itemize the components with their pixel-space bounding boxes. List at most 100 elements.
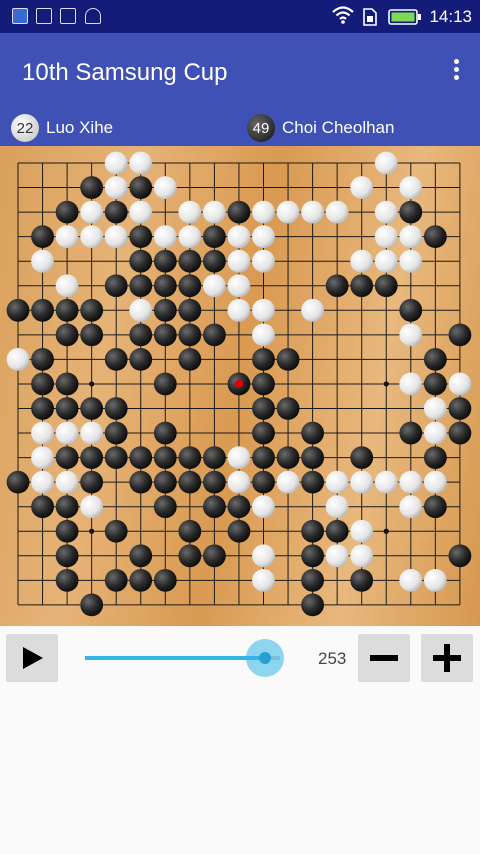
- battery-icon: [388, 9, 421, 25]
- white-captures-badge: 22: [11, 114, 39, 142]
- board-grid[interactable]: [0, 146, 480, 626]
- white-stone: [325, 544, 349, 568]
- black-stone: [203, 446, 226, 469]
- white-stone: [374, 151, 398, 175]
- black-stone: [55, 568, 79, 592]
- white-stone: [104, 176, 128, 199]
- white-stone: [399, 372, 423, 396]
- black-stone: [104, 200, 128, 224]
- black-stone: [80, 298, 104, 322]
- white-stone: [399, 323, 423, 347]
- white-stone: [301, 298, 324, 322]
- black-stone: [153, 323, 177, 347]
- black-stone: [153, 249, 177, 273]
- black-stone: [31, 372, 54, 396]
- black-stone: [178, 298, 202, 322]
- gallery-icon: [60, 8, 76, 24]
- black-stone: [80, 176, 104, 199]
- white-stone: [399, 249, 423, 273]
- move-number: 253: [318, 649, 347, 668]
- black-stone: [423, 348, 447, 371]
- white-player-name: Luo Xihe: [46, 118, 114, 137]
- black-stone: [301, 593, 324, 617]
- black-stone: [153, 274, 177, 298]
- white-stone: [399, 568, 423, 592]
- black-stone: [153, 421, 177, 445]
- white-stone: [252, 200, 275, 224]
- black-stone: [153, 372, 177, 396]
- black-captures-badge: 49: [247, 114, 275, 142]
- black-stone: [104, 421, 128, 445]
- black-stone: [178, 544, 202, 568]
- white-stone: [325, 470, 349, 494]
- white-stone: [325, 495, 349, 519]
- white-stone: [55, 470, 79, 494]
- black-stone: [227, 200, 251, 224]
- star-point: [89, 528, 95, 534]
- white-stone: [252, 298, 275, 322]
- black-stone: [129, 249, 153, 273]
- black-stone: [350, 446, 374, 469]
- white-stone: [227, 225, 251, 249]
- black-stone: [178, 274, 202, 298]
- wifi-icon: [332, 6, 354, 24]
- black-stone: [31, 397, 54, 420]
- black-stone: [178, 323, 202, 347]
- android-icon: [85, 8, 101, 24]
- black-stone: [104, 519, 128, 543]
- clock: 14:13: [429, 7, 472, 26]
- white-stone: [252, 249, 275, 273]
- black-stone: [80, 470, 104, 494]
- slider-thumb[interactable]: [246, 639, 284, 677]
- black-stone: [55, 544, 79, 568]
- black-stone: [301, 421, 324, 445]
- white-stone: [374, 470, 398, 494]
- white-stone: [104, 151, 128, 175]
- white-stone: [31, 421, 54, 445]
- white-stone: [6, 348, 30, 371]
- black-stone: [104, 348, 128, 371]
- black-stone: [153, 495, 177, 519]
- play-button[interactable]: [6, 634, 58, 682]
- black-stone: [301, 519, 324, 543]
- app-title: 10th Samsung Cup: [22, 59, 228, 86]
- black-stone: [129, 568, 153, 592]
- move-slider[interactable]: [85, 639, 284, 677]
- black-stone: [80, 593, 104, 617]
- white-stone: [350, 249, 374, 273]
- black-stone: [104, 397, 128, 420]
- black-player: 49 Choi Cheolhan: [247, 114, 394, 142]
- black-stone: [350, 274, 374, 298]
- white-stone: [129, 200, 153, 224]
- black-stone: [31, 495, 54, 519]
- plus-icon: [433, 644, 461, 672]
- white-stone: [374, 249, 398, 273]
- go-board[interactable]: [0, 146, 480, 626]
- black-stone: [423, 225, 447, 249]
- previous-move-button[interactable]: [358, 634, 410, 682]
- white-player: 22 Luo Xihe: [11, 114, 113, 142]
- next-move-button[interactable]: [421, 634, 473, 682]
- more-vert-icon[interactable]: [444, 56, 468, 86]
- black-stone: [325, 274, 349, 298]
- black-stone: [55, 298, 79, 322]
- white-stone: [227, 470, 251, 494]
- black-stone: [203, 544, 226, 568]
- white-stone: [252, 544, 275, 568]
- black-stone: [6, 470, 30, 494]
- black-stone: [178, 446, 202, 469]
- black-stone: [153, 446, 177, 469]
- white-stone: [423, 397, 447, 420]
- black-stone: [55, 495, 79, 519]
- black-stone: [399, 421, 423, 445]
- black-stone: [129, 225, 153, 249]
- black-stone: [55, 323, 79, 347]
- black-stone: [203, 323, 226, 347]
- white-stone: [399, 176, 423, 199]
- white-stone: [31, 470, 54, 494]
- sim-icon: [363, 8, 377, 26]
- last-move-marker: [234, 379, 244, 389]
- white-stone: [153, 225, 177, 249]
- black-stone: [129, 348, 153, 371]
- white-stone: [227, 274, 251, 298]
